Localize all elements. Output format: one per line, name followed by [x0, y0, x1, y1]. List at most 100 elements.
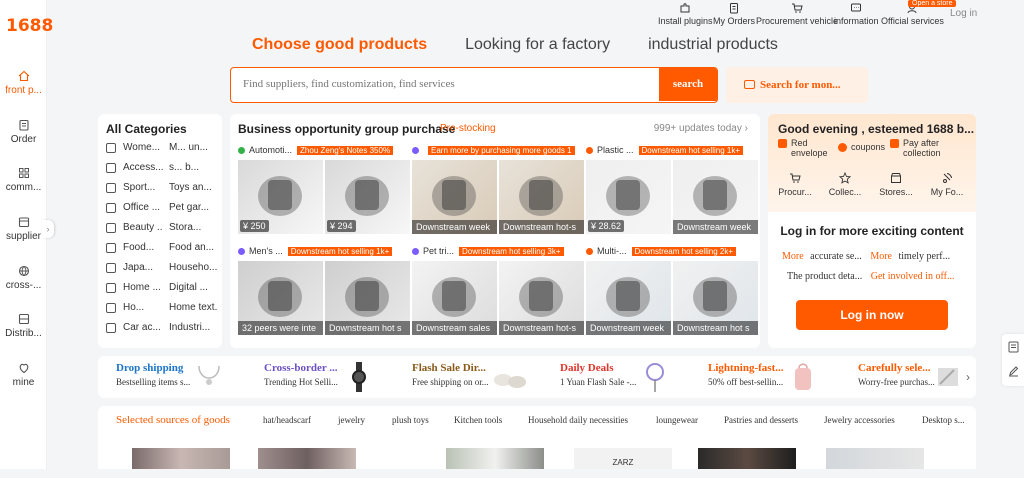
- product-card[interactable]: Downstream hot s: [325, 261, 410, 335]
- top-login-link[interactable]: Log in: [950, 8, 977, 19]
- source-tab[interactable]: Household daily necessities: [528, 415, 628, 425]
- source-tab[interactable]: Kitchen tools: [454, 415, 502, 425]
- category-secondary[interactable]: Toys an...: [169, 182, 217, 193]
- procurement-vehicle-link[interactable]: Procurement vehicle: [756, 2, 838, 26]
- pre-stocking-link[interactable]: Pre-stocking: [440, 123, 496, 134]
- source-image[interactable]: [826, 448, 924, 469]
- category-primary[interactable]: Japa...: [123, 262, 163, 273]
- source-tab[interactable]: plush toys: [392, 415, 429, 425]
- source-image[interactable]: ZARZ: [574, 448, 672, 469]
- category-row[interactable]: Office ... Pet gar...: [106, 202, 217, 213]
- product-card[interactable]: Downstream week: [586, 261, 671, 335]
- quick-collection[interactable]: Collec...: [824, 172, 866, 197]
- category-secondary[interactable]: s... b...: [169, 162, 217, 173]
- product-group-header[interactable]: Automoti... Zhou Zeng's Notes 350%: [238, 144, 404, 156]
- category-primary[interactable]: Beauty ...: [123, 222, 163, 233]
- promo-daily-deals[interactable]: Daily Deals 1 Yuan Flash Sale -...: [560, 362, 636, 387]
- sidebar-item-distribution[interactable]: Distrib...: [0, 313, 47, 339]
- product-group-header[interactable]: Pet tri... Downstream hot selling 3k+: [412, 245, 578, 257]
- source-image[interactable]: [446, 448, 544, 469]
- product-card[interactable]: ¥ 28.62: [586, 160, 671, 234]
- category-primary[interactable]: Office ...: [123, 202, 163, 213]
- search-input[interactable]: [243, 68, 643, 101]
- category-primary[interactable]: Access...: [123, 162, 163, 173]
- sidebar-item-commodity[interactable]: comm...: [0, 167, 47, 193]
- promo-next-button[interactable]: ›: [960, 366, 976, 388]
- category-secondary[interactable]: Stora...: [169, 222, 217, 233]
- category-primary[interactable]: Home ...: [123, 282, 163, 293]
- product-group-header[interactable]: Earn more by purchasing more goods 1: [412, 144, 578, 156]
- product-card[interactable]: Downstream hot s: [673, 261, 758, 335]
- category-row[interactable]: Beauty ... Stora...: [106, 222, 217, 233]
- sidebar-item-mine[interactable]: mine: [0, 362, 47, 388]
- document-icon[interactable]: [1008, 341, 1019, 353]
- category-row[interactable]: Wome... M... un...: [106, 142, 217, 153]
- category-secondary[interactable]: Pet gar...: [169, 202, 217, 213]
- product-card[interactable]: ¥ 250: [238, 160, 323, 234]
- product-card[interactable]: ¥ 294: [325, 160, 410, 234]
- source-tab[interactable]: hat/headscarf: [263, 415, 311, 425]
- category-row[interactable]: Food... Food an...: [106, 242, 217, 253]
- sidebar-item-supplier[interactable]: supplier: [0, 216, 47, 242]
- benefit-coupons[interactable]: coupons: [838, 142, 898, 152]
- quick-footprint[interactable]: My Fo...: [926, 172, 968, 197]
- source-image[interactable]: [258, 448, 356, 469]
- source-tab[interactable]: Pastries and desserts: [724, 415, 798, 425]
- tab-industrial-products[interactable]: industrial products: [648, 36, 778, 54]
- product-card[interactable]: Downstream week: [673, 160, 758, 234]
- site-logo[interactable]: 1688: [6, 16, 53, 36]
- quick-stores[interactable]: Stores...: [875, 172, 917, 197]
- tab-looking-for-factory[interactable]: Looking for a factory: [465, 36, 610, 54]
- information-link[interactable]: information: [834, 2, 879, 26]
- login-now-button[interactable]: Log in now: [796, 300, 948, 330]
- category-row[interactable]: Car ac... Industri...: [106, 322, 217, 333]
- sidebar-item-order[interactable]: Order: [0, 119, 47, 145]
- category-secondary[interactable]: Home text...: [169, 302, 217, 313]
- promo-cross-border[interactable]: Cross-border ... Trending Hot Selli...: [264, 362, 338, 387]
- install-plugins-link[interactable]: Install plugins: [658, 2, 713, 26]
- open-store-badge[interactable]: Open a store: [908, 0, 957, 7]
- category-secondary[interactable]: Food an...: [169, 242, 217, 253]
- category-row[interactable]: Sport... Toys an...: [106, 182, 217, 193]
- promo-flash-sale[interactable]: Flash Sale Dir... Free shipping on or...: [412, 362, 489, 387]
- category-primary[interactable]: Sport...: [123, 182, 163, 193]
- product-group-header[interactable]: Plastic ... Downstream hot selling 1k+: [586, 144, 752, 156]
- updates-link[interactable]: 999+ updates today ›: [654, 123, 748, 134]
- source-image[interactable]: [132, 448, 230, 469]
- product-group-header[interactable]: Men's ... Downstream hot selling 1k+: [238, 245, 404, 257]
- category-primary[interactable]: Food...: [123, 242, 163, 253]
- source-image[interactable]: [698, 448, 796, 469]
- category-row[interactable]: Japa... Househo...: [106, 262, 217, 273]
- category-secondary[interactable]: Househo...: [169, 262, 217, 273]
- promo-carefully-selected[interactable]: Carefully sele... Worry-free purchas...: [858, 362, 935, 387]
- category-primary[interactable]: Ho...: [123, 302, 163, 313]
- benefit-red-envelope[interactable]: Red envelope: [778, 138, 836, 158]
- product-card[interactable]: Downstream hot-s: [499, 160, 584, 234]
- source-tab[interactable]: Jewelry accessories: [824, 415, 895, 425]
- category-secondary[interactable]: Digital ...: [169, 282, 217, 293]
- category-secondary[interactable]: M... un...: [169, 142, 217, 153]
- quick-procurement[interactable]: Procur...: [774, 172, 816, 197]
- image-search-button[interactable]: Search for mon...: [726, 67, 868, 103]
- product-group-header[interactable]: Multi-... Downstream hot selling 2k+: [586, 245, 752, 257]
- product-card[interactable]: 32 peers were inte: [238, 261, 323, 335]
- source-tab[interactable]: loungewear: [656, 415, 698, 425]
- source-tab[interactable]: Desktop s...: [922, 415, 968, 425]
- promo-drop-shipping[interactable]: Drop shipping Bestselling items s...: [116, 362, 190, 387]
- edit-icon[interactable]: [1008, 365, 1019, 377]
- benefit-pay-after-collection[interactable]: Pay after collection: [890, 138, 970, 158]
- sidebar-item-cross-border[interactable]: cross-...: [0, 265, 47, 291]
- product-card[interactable]: Downstream week: [412, 160, 497, 234]
- tab-choose-good-products[interactable]: Choose good products: [252, 36, 427, 54]
- category-primary[interactable]: Wome...: [123, 142, 163, 153]
- my-orders-link[interactable]: My Orders: [713, 2, 755, 26]
- search-button[interactable]: search: [659, 68, 717, 101]
- category-row[interactable]: Home ... Digital ...: [106, 282, 217, 293]
- category-row[interactable]: Access... s... b...: [106, 162, 217, 173]
- sidebar-item-front-page[interactable]: front p...: [0, 70, 47, 96]
- category-secondary[interactable]: Industri...: [169, 322, 217, 333]
- category-primary[interactable]: Car ac...: [123, 322, 163, 333]
- promo-lightning-fast[interactable]: Lightning-fast... 50% off best-sellin...: [708, 362, 784, 387]
- product-card[interactable]: Downstream sales: [412, 261, 497, 335]
- source-tab[interactable]: jewelry: [338, 415, 365, 425]
